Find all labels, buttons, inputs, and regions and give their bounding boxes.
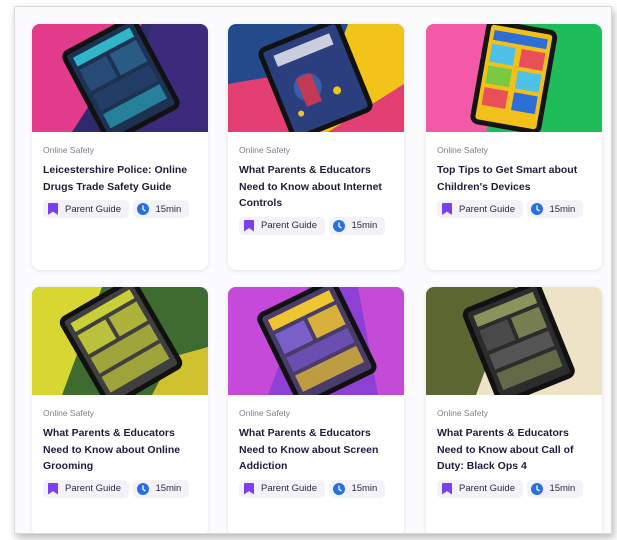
guide-card[interactable]: Online Safety What Parents & Educators N… [32,287,208,533]
guide-duration-badge: 15min [329,216,386,235]
guide-card[interactable]: Online Safety What Parents & Educators N… [228,24,404,270]
bookmark-icon [244,482,254,495]
guide-category: Online Safety [239,408,291,418]
guides-grid: Online Safety Leicestershire Police: Onl… [14,6,612,534]
guide-type-label: Parent Guide [261,220,317,231]
clock-icon [333,482,346,495]
guide-card[interactable]: Online Safety Leicestershire Police: Onl… [32,24,208,270]
guide-thumbnail[interactable] [32,24,208,132]
clock-icon [137,203,150,215]
guide-duration-badge: 15min [527,479,584,498]
guide-category: Online Safety [437,145,489,155]
guide-type-label: Parent Guide [459,203,515,215]
bookmark-icon [48,203,58,215]
guide-title[interactable]: What Parents & Educators Need to Know ab… [437,425,591,475]
guide-card[interactable]: Online Safety What Parents & Educators N… [426,287,602,533]
guide-type-label: Parent Guide [65,483,121,494]
guide-type-badge: Parent Guide [43,479,129,498]
guide-duration-badge: 15min [133,200,190,218]
guide-duration-badge: 15min [133,479,190,498]
clock-icon [137,482,150,495]
guide-thumbnail[interactable] [32,287,208,395]
guide-type-badge: Parent Guide [437,479,523,498]
guide-category: Online Safety [43,145,95,155]
guide-duration-badge: 15min [329,479,386,498]
guide-duration-badge: 15min [527,200,584,218]
guide-title[interactable]: What Parents & Educators Need to Know ab… [239,162,393,212]
clock-icon [333,219,346,232]
clock-icon [531,482,544,495]
guide-category: Online Safety [239,145,291,155]
guide-duration: 15min [351,483,378,494]
guide-duration: 15min [549,483,576,494]
guide-type-label: Parent Guide [459,483,515,494]
guide-category: Online Safety [43,408,95,418]
guide-duration: 15min [549,203,576,215]
guide-type-badge: Parent Guide [239,216,325,235]
guide-title[interactable]: Top Tips to Get Smart about Children's D… [437,162,591,195]
bookmark-icon [48,482,58,495]
guide-type-label: Parent Guide [65,203,121,215]
guide-card[interactable]: Online Safety Top Tips to Get Smart abou… [426,24,602,270]
guide-thumbnail[interactable] [228,287,404,395]
guide-type-badge: Parent Guide [239,479,325,498]
clock-icon [531,203,544,215]
guide-duration: 15min [155,203,182,215]
bookmark-icon [442,482,452,495]
guide-type-badge: Parent Guide [43,200,129,218]
bookmark-icon [442,203,452,215]
guide-category: Online Safety [437,408,489,418]
guide-type-label: Parent Guide [261,483,317,494]
guide-thumbnail[interactable] [228,24,404,132]
guide-title[interactable]: What Parents & Educators Need to Know ab… [43,425,197,475]
guide-title[interactable]: What Parents & Educators Need to Know ab… [239,425,393,475]
guide-duration: 15min [155,483,182,494]
guide-type-badge: Parent Guide [437,200,523,218]
bookmark-icon [244,219,254,232]
guide-duration: 15min [351,220,378,231]
guide-title[interactable]: Leicestershire Police: Online Drugs Trad… [43,162,197,195]
guide-card[interactable]: Online Safety What Parents & Educators N… [228,287,404,533]
guide-thumbnail[interactable] [426,287,602,395]
guide-thumbnail[interactable] [426,24,602,132]
